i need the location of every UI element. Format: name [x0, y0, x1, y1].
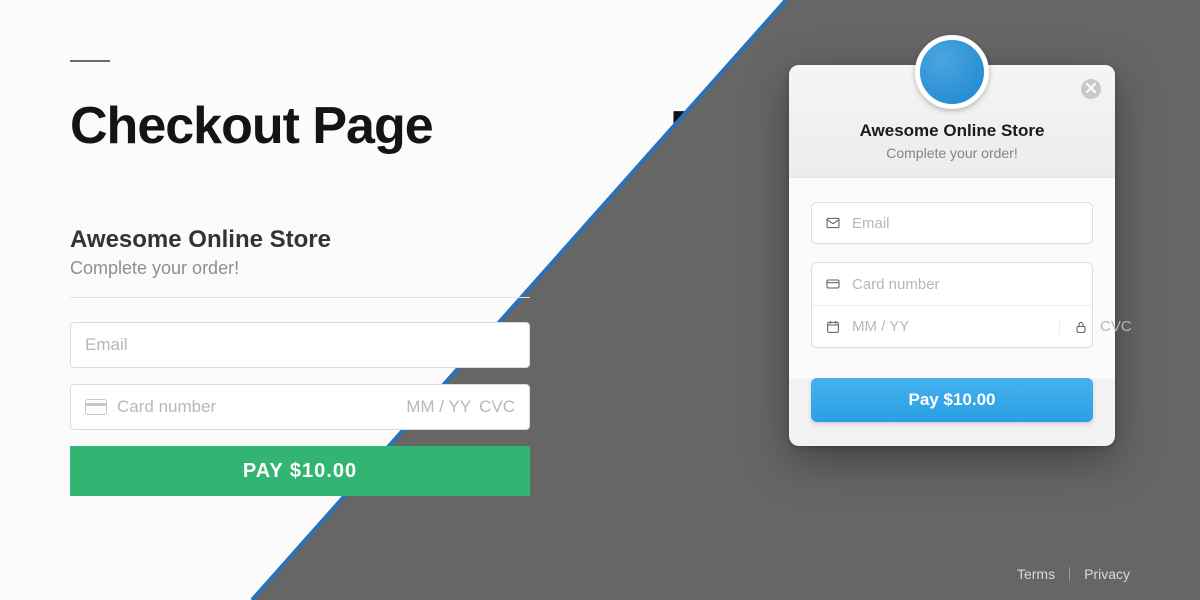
- privacy-link[interactable]: Privacy: [1084, 566, 1130, 582]
- modal-expiry-input[interactable]: [852, 318, 1051, 335]
- cvc-placeholder-text[interactable]: CVC: [471, 397, 515, 417]
- modal-body: [789, 178, 1115, 378]
- modal-subtitle: Complete your order!: [809, 145, 1095, 161]
- card-field-wrapper[interactable]: MM / YY CVC: [70, 384, 530, 430]
- card-icon: [824, 276, 842, 292]
- lock-icon: [1072, 319, 1090, 335]
- terms-link[interactable]: Terms: [1017, 566, 1055, 582]
- inline-checkout-panel: Checkout Page Awesome Online Store Compl…: [70, 60, 530, 496]
- modal-expiry-field[interactable]: [824, 318, 1051, 335]
- modal-card-row[interactable]: [812, 263, 1092, 305]
- page-headline: Checkout Page: [70, 96, 530, 156]
- checkout-modal: Awesome Online Store Complete your order…: [789, 65, 1115, 446]
- modal-card-group: [811, 262, 1093, 348]
- pay-button-modal[interactable]: Pay $10.00: [811, 378, 1093, 422]
- expiry-placeholder-text[interactable]: MM / YY: [398, 397, 471, 417]
- store-avatar: [915, 35, 989, 109]
- close-button[interactable]: [1081, 79, 1101, 99]
- divider: [70, 297, 530, 298]
- footer-separator: [1069, 567, 1070, 581]
- card-number-input[interactable]: [117, 397, 398, 417]
- modal-cvc-input[interactable]: [1100, 318, 1200, 335]
- footer-links: Terms Privacy: [1017, 566, 1130, 582]
- modal-cvc-field[interactable]: [1059, 318, 1200, 335]
- modal-email-field[interactable]: [811, 202, 1093, 244]
- accent-dash: [70, 60, 110, 62]
- modal-exp-cvc-row: [812, 305, 1092, 347]
- close-icon: [1086, 80, 1096, 98]
- store-name: Awesome Online Store: [70, 226, 530, 254]
- calendar-icon: [824, 319, 842, 335]
- email-field-wrapper[interactable]: [70, 322, 530, 368]
- modal-email-input[interactable]: [852, 215, 1080, 232]
- card-icon: [85, 399, 107, 415]
- pay-button-inline[interactable]: PAY $10.00: [70, 446, 530, 496]
- email-input[interactable]: [85, 335, 515, 355]
- checkout-compare-stage: Page Checkout Page Awesome Online Store …: [0, 0, 1200, 600]
- mail-icon: [824, 215, 842, 231]
- modal-store-name: Awesome Online Store: [809, 121, 1095, 141]
- modal-card-input[interactable]: [852, 276, 1080, 293]
- store-subtitle: Complete your order!: [70, 258, 530, 279]
